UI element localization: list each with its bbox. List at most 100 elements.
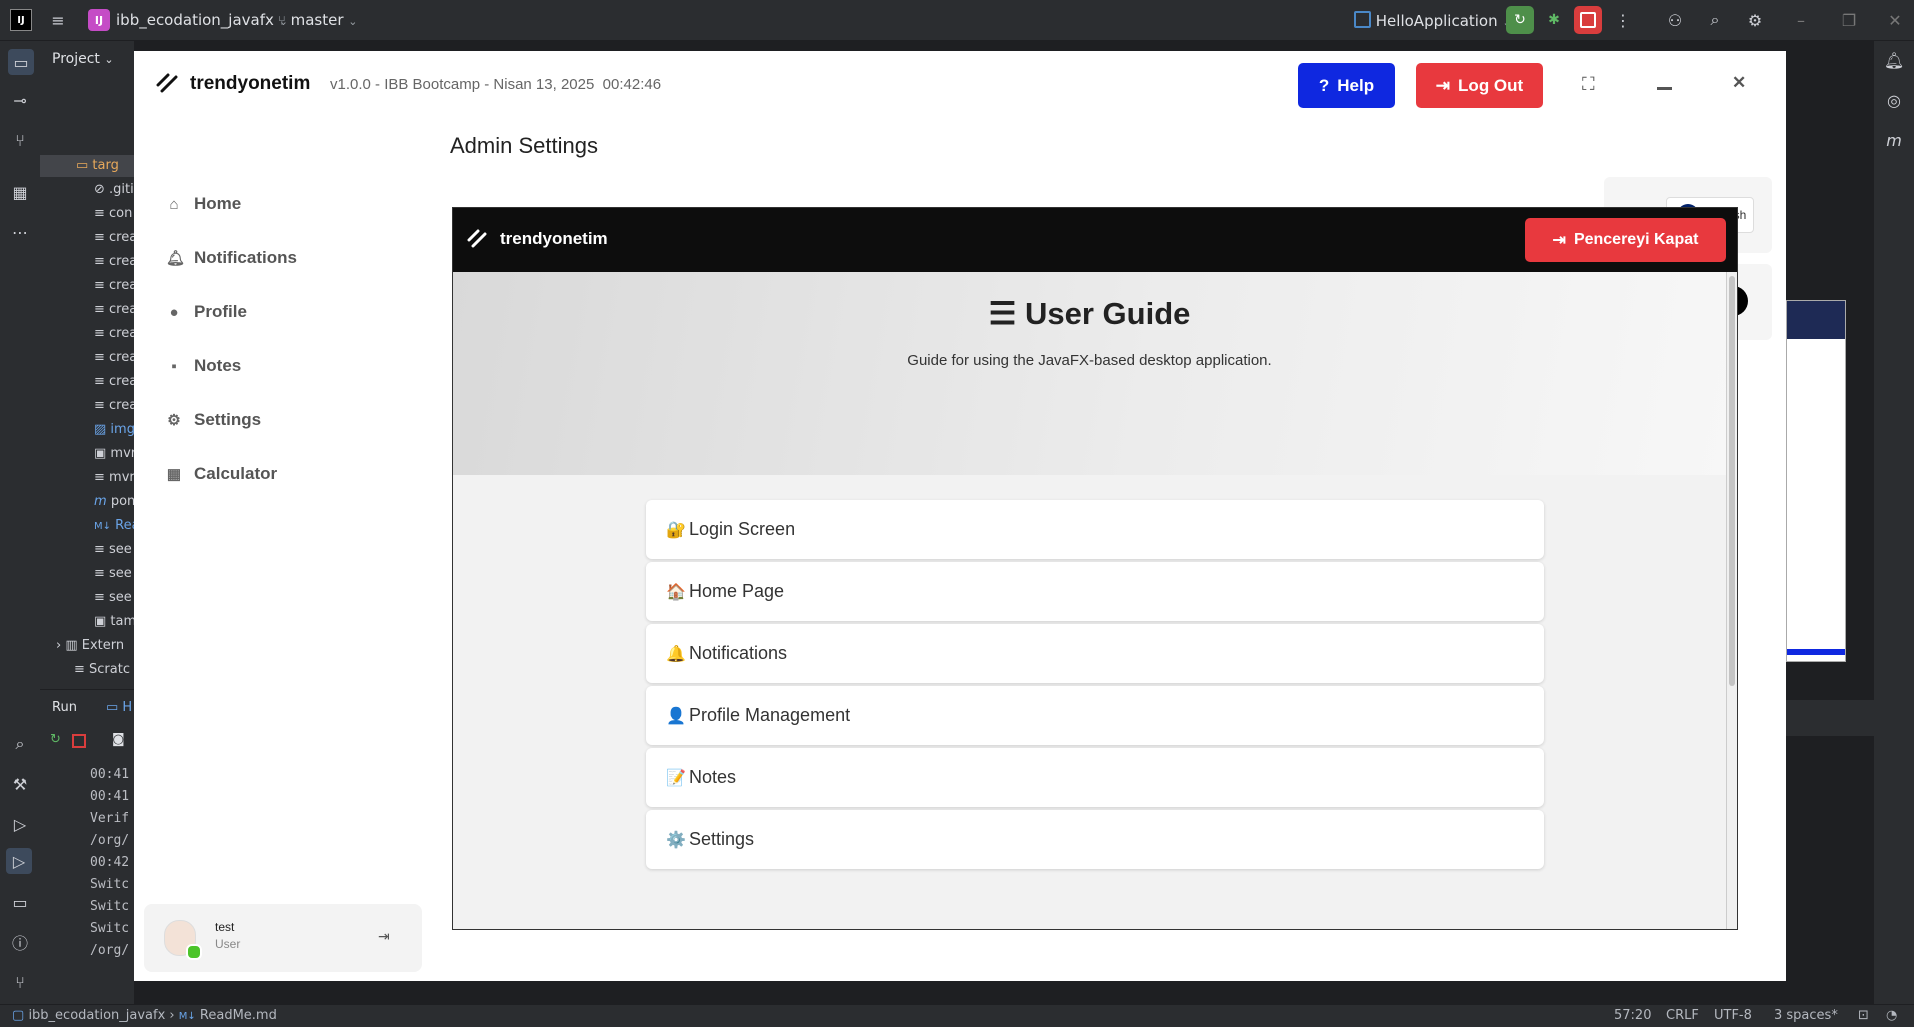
run-tool-icon[interactable]: ▷ <box>6 848 32 874</box>
project-switcher[interactable]: ibb_ecodation_javafx ⌄ <box>116 11 288 29</box>
services-icon[interactable]: ▷ <box>9 813 31 835</box>
user-card: test User ⇥ <box>144 904 422 972</box>
git-icon[interactable]: ⑂ <box>9 971 31 993</box>
section-notes[interactable]: 📝 Notes <box>646 748 1544 807</box>
debug-icon[interactable]: ✱ <box>1540 6 1568 34</box>
lock-icon[interactable]: ⊡ <box>1858 1008 1869 1023</box>
maven-icon[interactable]: m <box>1883 129 1905 151</box>
close-window-icon[interactable]: ✕ <box>1884 9 1906 31</box>
app-config-icon <box>1354 11 1371 28</box>
notifications-icon[interactable]: 🔔︎ <box>1883 49 1905 71</box>
run-config-name: HelloApplication <box>1375 12 1498 30</box>
rerun-icon[interactable]: ↻ <box>50 732 61 747</box>
intellij-logo-icon: IJ <box>10 9 32 31</box>
main-menu-icon[interactable]: ≡ <box>47 9 69 31</box>
user-role: User <box>215 937 241 951</box>
breadcrumb[interactable]: ▢ ibb_ecodation_javafx › M↓ ReadMe.md <box>12 1008 277 1023</box>
terminal-icon[interactable]: ▭ <box>9 891 31 913</box>
close-app-icon[interactable]: ✕ <box>1732 73 1746 93</box>
brand-logo <box>156 71 178 98</box>
sidebar: ⌂ Home 🔔︎ Notifications ● Profile ▪ Notes ⚙ S… <box>134 121 304 901</box>
user-guide-dialog: trendyonetim ⇥ Pencereyi Kapat ☰ User Gui… <box>452 207 1738 930</box>
run-config-selector[interactable]: HelloApplication ⌄ <box>1354 11 1512 30</box>
sidebar-item-settings[interactable]: ⚙ Settings <box>166 405 261 435</box>
console-output: 00:41 00:41 Verif /org/ 00:42 Switc Swit… <box>90 767 130 958</box>
pull-requests-icon[interactable]: ⑂ <box>9 129 31 151</box>
run-tab-hello[interactable]: ▭ H <box>106 700 132 715</box>
note-icon: 📝 <box>666 769 686 787</box>
note-icon: ▪ <box>171 357 177 375</box>
section-settings[interactable]: ⚙️ Settings <box>646 810 1544 869</box>
sidebar-item-calculator[interactable]: ▦ Calculator <box>166 459 277 489</box>
indent-setting[interactable]: 3 spaces* <box>1774 1008 1838 1023</box>
guide-hero: ☰ User Guide Guide for using the JavaFX-… <box>453 272 1726 475</box>
project-panel: Project ⌄ ▭ targ ⊘ .giti ≡ con ≡ crea ≡ … <box>40 41 140 1006</box>
home-icon: ⌂ <box>169 195 179 213</box>
guide-subtitle: Guide for using the JavaFX-based desktop… <box>907 352 1272 369</box>
sidebar-item-home[interactable]: ⌂ Home <box>166 189 241 219</box>
calculator-icon: ▦ <box>166 466 182 483</box>
stop-icon[interactable] <box>72 734 86 748</box>
settings-gear-icon[interactable]: ⚙ <box>1744 9 1766 31</box>
project-tool-icon[interactable]: ▭ <box>8 49 34 75</box>
project-name: ibb_ecodation_javafx <box>116 11 274 29</box>
user-icon: ● <box>169 303 179 321</box>
logout-button[interactable]: ⇥ Log Out <box>1416 63 1543 108</box>
camera-icon[interactable]: ◙ <box>112 732 125 747</box>
status-bar: ▢ ibb_ecodation_javafx › M↓ ReadMe.md 57… <box>0 1004 1914 1027</box>
section-login-screen[interactable]: 🔐 Login Screen <box>646 500 1544 559</box>
help-button[interactable]: ? Help <box>1298 63 1395 108</box>
section-notifications[interactable]: 🔔 Notifications <box>646 624 1544 683</box>
more-tools-icon[interactable]: ⋯ <box>9 221 31 243</box>
section-profile-management[interactable]: 👤 Profile Management <box>646 686 1544 745</box>
question-icon: ? <box>1318 75 1330 95</box>
dialog-scrollbar[interactable] <box>1726 272 1737 929</box>
sidebar-item-profile[interactable]: ● Profile <box>166 297 246 327</box>
sidebar-item-notifications[interactable]: 🔔︎ Notifications <box>166 243 297 273</box>
problems-icon[interactable]: ⓘ <box>9 931 31 953</box>
editor-gutter <box>1786 700 1876 736</box>
run-tab[interactable]: Run <box>52 700 77 715</box>
git-branch-icon: ⑂ <box>278 14 286 29</box>
section-home-page[interactable]: 🏠 Home Page <box>646 562 1544 621</box>
find-icon[interactable]: ⌕ <box>9 733 31 755</box>
user-logout-icon[interactable]: ⇥ <box>378 928 390 945</box>
app-window: trendyonetim v1.0.0 - IBB Bootcamp - Nis… <box>134 51 1786 981</box>
branch-switcher[interactable]: ⑂ master ⌄ <box>278 11 358 29</box>
cursor-position[interactable]: 57:20 <box>1614 1008 1651 1023</box>
build-icon[interactable]: ⚒ <box>9 773 31 795</box>
line-separator[interactable]: CRLF <box>1666 1008 1699 1023</box>
scrollbar-thumb[interactable] <box>1729 276 1735 686</box>
background-window-thumbnail <box>1786 300 1846 662</box>
user-icon: 👤 <box>666 707 686 725</box>
sidebar-item-notes[interactable]: ▪ Notes <box>166 351 241 381</box>
slash-logo-icon <box>156 73 178 93</box>
commit-icon[interactable]: ⊸ <box>9 89 31 111</box>
rerun-button[interactable]: ↻ <box>1506 6 1534 34</box>
ai-assistant-icon[interactable]: ◎ <box>1883 89 1905 111</box>
app-header: trendyonetim v1.0.0 - IBB Bootcamp - Nis… <box>134 51 1786 119</box>
file-encoding[interactable]: UTF-8 <box>1714 1008 1752 1023</box>
search-icon[interactable]: ⌕ <box>1704 9 1726 31</box>
bell-icon: 🔔︎ <box>166 250 186 267</box>
sign-out-icon: ⇥ <box>1435 75 1451 95</box>
dialog-header: trendyonetim ⇥ Pencereyi Kapat <box>453 208 1737 272</box>
close-dialog-button[interactable]: ⇥ Pencereyi Kapat <box>1525 218 1726 262</box>
more-actions-icon[interactable]: ⋮ <box>1612 9 1634 31</box>
structure-icon[interactable]: ▦ <box>9 181 31 203</box>
right-tool-stripe: 🔔︎ ◎ m <box>1874 41 1914 1005</box>
restore-icon[interactable]: ❐ <box>1838 9 1860 31</box>
bell-icon: 🔔 <box>666 645 686 663</box>
stop-button[interactable] <box>1574 6 1602 34</box>
add-user-icon[interactable]: ⚇ <box>1664 9 1686 31</box>
minimize-app-icon[interactable] <box>1657 87 1672 90</box>
minimize-icon[interactable]: – <box>1790 9 1812 31</box>
chevron-down-icon: ⌄ <box>348 15 358 28</box>
project-panel-title[interactable]: Project ⌄ <box>52 51 114 67</box>
guide-title: ☰ User Guide <box>988 296 1191 331</box>
memory-indicator-icon[interactable]: ◔ <box>1886 1008 1897 1023</box>
user-name: test <box>215 920 235 934</box>
fullscreen-icon[interactable]: ⛶ <box>1582 74 1595 95</box>
run-tool-window: Run ▭ H ↻ ◙ 00:41 00:41 Verif /org/ 00:4… <box>40 689 134 1006</box>
version-info: v1.0.0 - IBB Bootcamp - Nisan 13, 2025 0… <box>330 76 662 93</box>
